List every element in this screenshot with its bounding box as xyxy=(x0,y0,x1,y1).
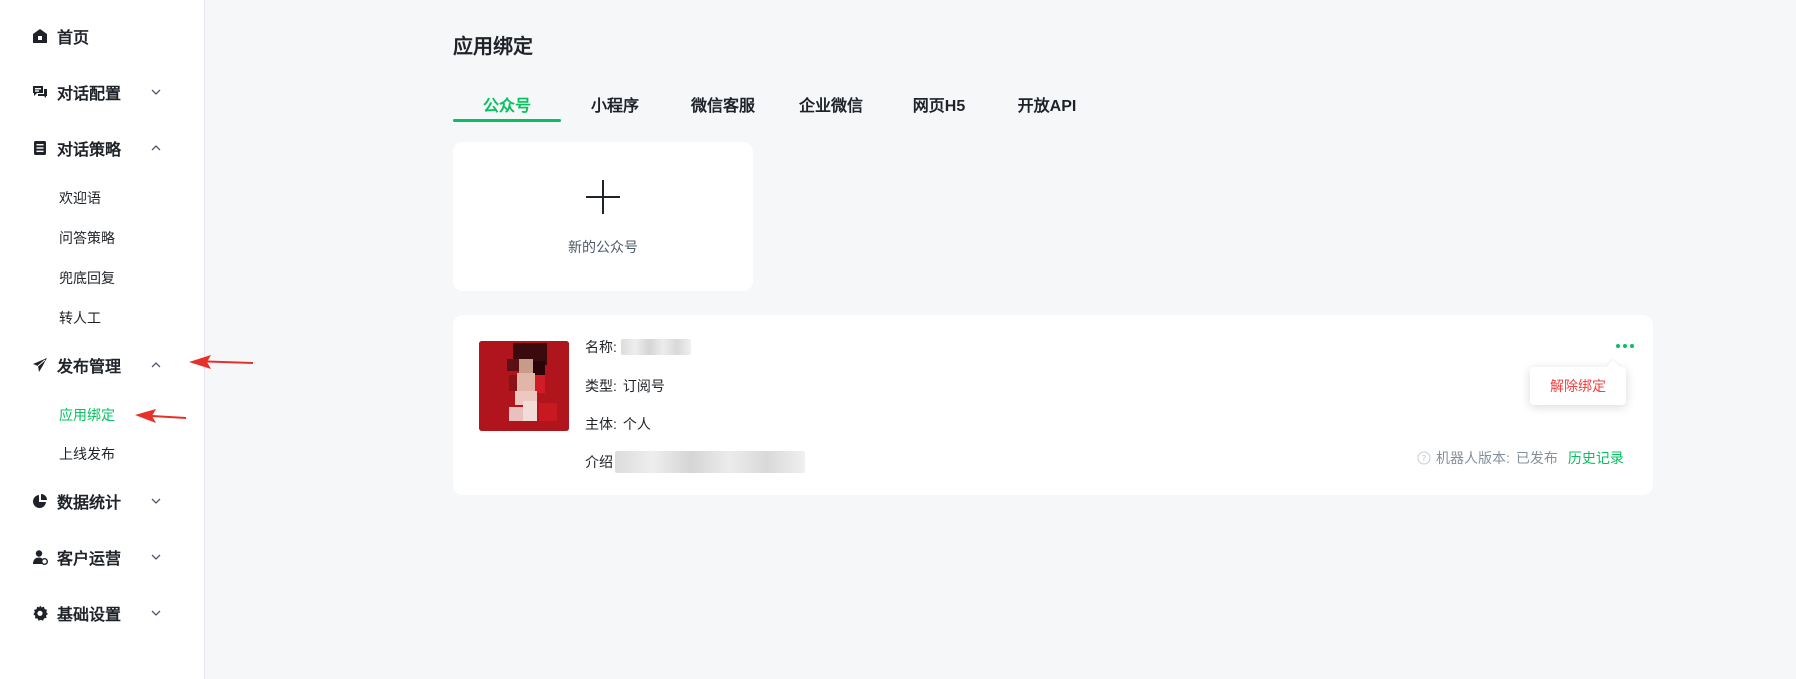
chevron-down-icon xyxy=(150,551,162,563)
tab-wechat-service[interactable]: 微信客服 xyxy=(669,92,777,122)
sidebar-subitem-fallback[interactable]: 兜底回复 xyxy=(59,268,115,288)
field-value: 个人 xyxy=(622,416,651,432)
account-name-field: 名称: xyxy=(585,337,691,357)
account-card: 名称: 类型: 订阅号 主体: 个人 介绍 解除绑定 ? 机器人版本: 已发布 … xyxy=(453,315,1653,495)
help-icon: ? xyxy=(1417,451,1431,465)
svg-text:?: ? xyxy=(1422,455,1427,465)
sidebar-subitem-qa-strategy[interactable]: 问答策略 xyxy=(59,228,115,248)
annotation-arrow xyxy=(135,409,187,423)
history-link[interactable]: 历史记录 xyxy=(1568,448,1624,468)
strategy-icon xyxy=(32,140,48,156)
sidebar-subitem-transfer-human[interactable]: 转人工 xyxy=(59,308,101,328)
annotation-arrow xyxy=(189,355,254,369)
tab-bar: 公众号 小程序 微信客服 企业微信 网页H5 开放API xyxy=(453,92,1253,122)
sidebar: 首页 对话配置 对话策略 欢迎语 问答策略 兜底回复 转人工 发布管理 应用绑定… xyxy=(0,0,205,679)
add-official-account-card[interactable]: 新的公众号 xyxy=(453,142,753,291)
chevron-up-icon xyxy=(150,359,162,371)
sidebar-item-customer-ops[interactable]: 客户运营 xyxy=(32,545,162,569)
sidebar-item-label: 数据统计 xyxy=(57,495,122,512)
chevron-down-icon xyxy=(150,495,162,507)
send-icon xyxy=(32,357,48,373)
home-icon xyxy=(32,28,48,44)
sidebar-item-label: 首页 xyxy=(57,30,90,47)
robot-version-label: 机器人版本: xyxy=(1436,450,1510,466)
robot-version-value: 已发布 xyxy=(1515,450,1558,466)
account-intro-field: 介绍 xyxy=(585,451,805,473)
pie-chart-icon xyxy=(32,493,48,509)
chat-config-icon xyxy=(32,84,48,100)
chevron-down-icon xyxy=(150,86,162,98)
sidebar-item-label: 对话配置 xyxy=(57,86,122,103)
unbind-menu-item[interactable]: 解除绑定 xyxy=(1530,367,1626,405)
more-options-button[interactable] xyxy=(1613,340,1637,352)
sidebar-item-chat-config[interactable]: 对话配置 xyxy=(32,80,162,104)
page-title: 应用绑定 xyxy=(453,36,533,58)
sidebar-subitem-welcome[interactable]: 欢迎语 xyxy=(59,188,101,208)
redacted-name xyxy=(620,339,691,355)
sidebar-item-statistics[interactable]: 数据统计 xyxy=(32,489,162,513)
sidebar-subitem-go-live[interactable]: 上线发布 xyxy=(59,444,115,464)
sidebar-item-home[interactable]: 首页 xyxy=(32,24,162,48)
tab-open-api[interactable]: 开放API xyxy=(993,92,1101,122)
tab-official-account[interactable]: 公众号 xyxy=(453,92,561,122)
tab-mini-program[interactable]: 小程序 xyxy=(561,92,669,122)
sidebar-item-label: 客户运营 xyxy=(57,551,122,568)
field-key: 介绍 xyxy=(585,454,613,470)
chevron-down-icon xyxy=(150,607,162,619)
dot xyxy=(1630,344,1634,348)
dot xyxy=(1616,344,1620,348)
sidebar-subitem-app-binding[interactable]: 应用绑定 xyxy=(59,405,115,425)
plus-icon xyxy=(586,180,620,214)
sidebar-item-strategy[interactable]: 对话策略 xyxy=(32,136,162,160)
robot-version-info: ? 机器人版本: 已发布 历史记录 xyxy=(1417,448,1624,468)
sidebar-item-label: 对话策略 xyxy=(57,142,122,159)
field-value: 订阅号 xyxy=(622,378,665,394)
gear-icon xyxy=(32,605,48,621)
field-key: 名称: xyxy=(585,339,617,355)
field-key: 主体: xyxy=(585,416,617,432)
sidebar-item-label: 发布管理 xyxy=(57,359,122,376)
dot xyxy=(1623,344,1627,348)
account-owner-field: 主体: 个人 xyxy=(585,414,651,434)
sidebar-item-basic-settings[interactable]: 基础设置 xyxy=(32,601,162,625)
sidebar-item-publish[interactable]: 发布管理 xyxy=(32,353,162,377)
sidebar-item-label: 基础设置 xyxy=(57,607,122,624)
redacted-intro xyxy=(615,451,805,473)
tab-web-h5[interactable]: 网页H5 xyxy=(885,92,993,122)
user-operation-icon xyxy=(32,549,48,565)
add-card-label: 新的公众号 xyxy=(568,239,638,255)
account-type-field: 类型: 订阅号 xyxy=(585,376,665,396)
field-key: 类型: xyxy=(585,378,617,394)
chevron-up-icon xyxy=(150,142,162,154)
tab-enterprise-wechat[interactable]: 企业微信 xyxy=(777,92,885,122)
account-avatar xyxy=(479,341,569,431)
